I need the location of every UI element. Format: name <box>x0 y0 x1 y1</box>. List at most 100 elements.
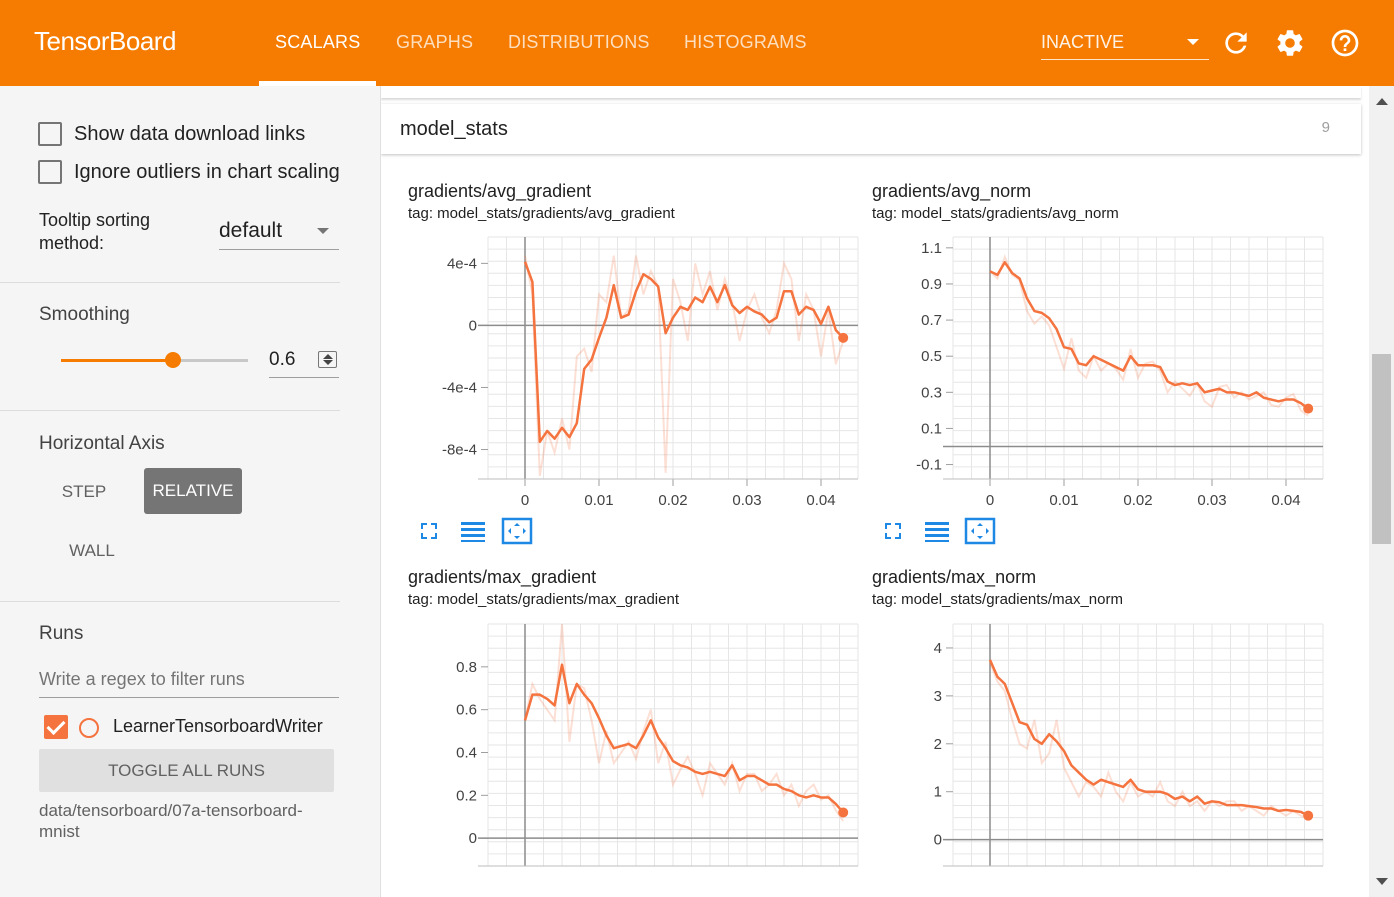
axis-step-button[interactable]: STEP <box>56 482 112 502</box>
chart-tag-avg-norm: tag: model_stats/gradients/avg_norm <box>872 205 1119 222</box>
y-tick-label: 1.1 <box>921 240 942 257</box>
category-header-model-stats[interactable]: model_stats 9 <box>381 104 1361 154</box>
refresh-icon[interactable] <box>1220 27 1252 59</box>
log-scale-toggle-icon[interactable] <box>923 519 951 548</box>
expand-chart-icon[interactable] <box>417 519 441 548</box>
tab-graphs[interactable]: GRAPHS <box>396 32 473 53</box>
tooltip-sorting-dropdown[interactable]: default <box>219 217 339 250</box>
last-point-marker <box>838 332 849 343</box>
tooltip-sorting-label: Tooltip sorting method: <box>39 210 151 253</box>
chart-tag-max-gradient: tag: model_stats/gradients/max_gradient <box>408 591 679 608</box>
y-tick-label: 0.9 <box>921 276 942 293</box>
chart-title-max-norm: gradients/max_norm <box>872 567 1037 587</box>
log-scale-toggle-icon[interactable] <box>459 519 487 548</box>
chart-max-gradient[interactable]: 0.8 0.6 0.4 0.2 0 <box>421 616 871 897</box>
show-download-links-row[interactable]: Show data download links <box>38 120 342 148</box>
y-tick-label: 0 <box>469 830 477 847</box>
chevron-down-icon <box>1187 39 1199 45</box>
chart-title-max-gradient: gradients/max_gradient <box>408 567 597 587</box>
y-tick-label: 3 <box>934 688 942 705</box>
top-app-bar: TensorBoard SCALARS GRAPHS DISTRIBUTIONS… <box>0 0 1394 86</box>
tab-distributions[interactable]: DISTRIBUTIONS <box>508 32 650 53</box>
y-tick-label: 4e-4 <box>447 255 477 272</box>
tooltip-sorting-value: default <box>219 219 283 242</box>
tab-histograms[interactable]: HISTOGRAMS <box>684 32 807 53</box>
x-tick-label: 0 <box>521 492 529 509</box>
y-tick-label: 0.8 <box>456 659 477 676</box>
inactive-plugins-dropdown[interactable]: INACTIVE <box>1041 30 1209 60</box>
logdir-path: data/tensorboard/07a-tensorboard-mnist <box>39 801 303 841</box>
run-checkbox[interactable] <box>44 715 68 739</box>
settings-icon[interactable] <box>1274 27 1306 59</box>
y-tick-label: 0.3 <box>921 384 942 401</box>
scrollbar-thumb[interactable] <box>1372 354 1391 544</box>
chart-avg-gradient[interactable]: 4e-4 0 -4e-4 -8e-4 0 0.01 0.02 0.03 0.04 <box>421 229 871 519</box>
x-tick-label: 0 <box>986 492 994 509</box>
x-tick-label: 0.04 <box>806 492 835 509</box>
y-tick-label: 0.4 <box>456 744 477 761</box>
expand-chart-icon[interactable] <box>881 519 905 548</box>
show-download-links-checkbox[interactable] <box>38 122 62 146</box>
x-tick-label: 0.03 <box>1197 492 1226 509</box>
horizontal-axis-title: Horizontal Axis <box>39 433 165 454</box>
chart-title-avg-gradient: gradients/avg_gradient <box>408 181 592 201</box>
fit-domain-icon[interactable] <box>964 517 996 550</box>
show-download-links-label: Show data download links <box>74 122 306 145</box>
axis-wall-button[interactable]: WALL <box>62 541 122 561</box>
last-point-marker <box>1303 810 1314 821</box>
raw-series-line <box>524 623 845 822</box>
main-content: model_stats 9 gradients/avg_gradient tag… <box>381 86 1394 897</box>
chart-tag-max-norm: tag: model_stats/gradients/max_norm <box>872 591 1123 608</box>
smoothing-title: Smoothing <box>39 304 130 325</box>
previous-card-edge <box>381 86 1361 98</box>
runs-title: Runs <box>39 623 84 644</box>
y-tick-label: -8e-4 <box>442 442 477 459</box>
x-tick-label: 0.03 <box>732 492 761 509</box>
x-tick-label: 0.02 <box>1123 492 1152 509</box>
y-tick-label: -0.1 <box>916 457 942 474</box>
y-tick-label: 0.5 <box>921 348 942 365</box>
y-tick-label: 0.2 <box>456 787 477 804</box>
ignore-outliers-row[interactable]: Ignore outliers in chart scaling <box>38 158 342 186</box>
y-tick-label: 4 <box>934 640 942 657</box>
help-icon[interactable] <box>1329 27 1361 59</box>
runs-filter-input[interactable]: Write a regex to filter runs <box>39 664 339 698</box>
axis-relative-button[interactable]: RELATIVE <box>144 468 242 514</box>
ignore-outliers-checkbox[interactable] <box>38 160 62 184</box>
y-tick-label: 0.6 <box>456 702 477 719</box>
y-tick-label: 1 <box>934 784 942 801</box>
main-scrollbar[interactable] <box>1369 86 1394 897</box>
section-divider <box>0 601 340 602</box>
scroll-up-arrow-icon[interactable] <box>1376 98 1388 105</box>
y-tick-label: 0.7 <box>921 312 942 329</box>
smoothing-slider-fill <box>61 359 174 362</box>
section-divider <box>0 410 340 411</box>
chart-avg-norm[interactable]: 1.1 0.9 0.7 0.5 0.3 0.1 -0.1 0 0.01 0.02 0.03 0.04 <box>886 229 1336 519</box>
chart-max-norm[interactable]: 4 3 2 1 0 <box>886 616 1336 897</box>
y-tick-label: 2 <box>934 736 942 753</box>
chart-tag-avg-gradient: tag: model_stats/gradients/avg_gradient <box>408 205 675 222</box>
toggle-all-runs-button[interactable]: TOGGLE ALL RUNS <box>39 749 334 792</box>
chevron-down-icon <box>317 228 329 234</box>
run-color-radio[interactable] <box>79 718 99 738</box>
raw-series-line <box>989 254 1309 417</box>
run-name-label: LearnerTensorboardWriter <box>113 716 323 736</box>
inactive-plugins-label: INACTIVE <box>1041 32 1125 52</box>
smoothed-series-line <box>523 663 845 814</box>
x-tick-label: 0.01 <box>584 492 613 509</box>
x-tick-label: 0.01 <box>1049 492 1078 509</box>
fit-domain-icon[interactable] <box>501 517 533 550</box>
scroll-down-arrow-icon[interactable] <box>1376 878 1388 885</box>
tab-scalars[interactable]: SCALARS <box>275 32 360 53</box>
chart-title-avg-norm: gradients/avg_norm <box>872 181 1032 201</box>
x-tick-label: 0.04 <box>1271 492 1300 509</box>
spinner-icon[interactable] <box>318 351 337 368</box>
smoothed-series-line <box>989 261 1309 410</box>
ignore-outliers-label: Ignore outliers in chart scaling <box>74 160 340 183</box>
y-tick-label: 0 <box>469 317 477 334</box>
app-brand[interactable]: TensorBoard <box>34 26 176 57</box>
section-divider <box>0 282 340 283</box>
smoothing-input[interactable]: 0.6 <box>269 344 339 378</box>
y-tick-label: 0 <box>934 832 942 849</box>
last-point-marker <box>838 807 849 818</box>
